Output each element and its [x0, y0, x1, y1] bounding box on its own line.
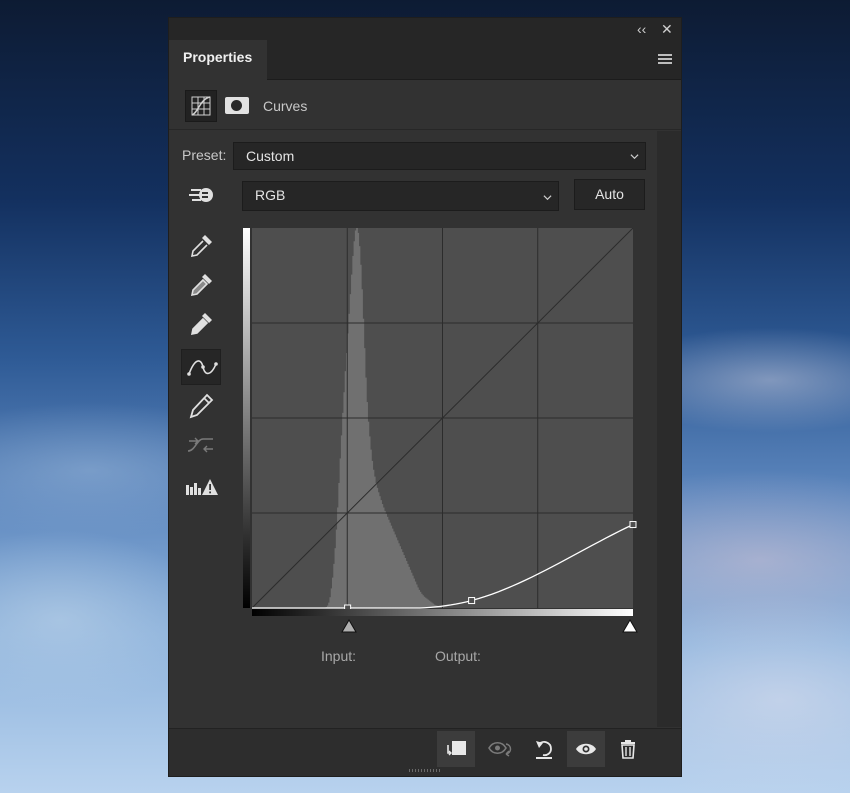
curves-graph[interactable] — [243, 228, 643, 638]
on-image-adjust-icon — [189, 188, 213, 202]
on-image-adjust-tool[interactable] — [181, 177, 221, 213]
black-point-eyedropper-icon — [190, 235, 212, 258]
chevron-down-icon — [630, 154, 639, 160]
clipping-warning-icon — [186, 479, 218, 495]
black-point-eyedropper[interactable] — [181, 228, 221, 264]
black-input-slider-icon[interactable] — [341, 619, 357, 633]
panel-tab-row: Properties — [169, 40, 681, 80]
collapse-panel-icon[interactable]: ‹‹ — [637, 20, 646, 38]
visibility-button[interactable] — [567, 731, 605, 767]
gray-point-eyedropper-icon — [190, 274, 212, 297]
output-gradient-bar — [243, 228, 250, 608]
layer-mask-icon[interactable] — [225, 97, 249, 114]
curve-control-point[interactable] — [468, 597, 476, 605]
curve-points-tool[interactable] — [181, 349, 221, 385]
properties-panel: ‹‹ ✕ Properties Curves Preset: Custom RG… — [168, 17, 682, 777]
tab-properties[interactable]: Properties — [169, 40, 267, 80]
channel-dropdown[interactable]: RGB — [242, 181, 559, 211]
visibility-eye-icon — [576, 743, 596, 755]
panel-footer — [169, 728, 681, 776]
white-point-eyedropper-icon — [190, 313, 212, 336]
resize-grip[interactable] — [409, 769, 441, 772]
pencil-icon — [189, 393, 214, 419]
preset-value: Custom — [246, 148, 295, 164]
input-gradient-bar — [252, 609, 633, 616]
input-label: Input: — [321, 648, 357, 664]
adjustment-header: Curves — [169, 80, 681, 130]
smooth-curve-tool[interactable] — [181, 427, 221, 463]
auto-button[interactable]: Auto — [574, 179, 645, 210]
clipping-warning-tool[interactable] — [181, 469, 221, 505]
delete-trash-icon — [621, 740, 635, 759]
clip-to-layer-button[interactable] — [437, 731, 475, 767]
channel-value: RGB — [255, 187, 286, 203]
pencil-tool[interactable] — [181, 388, 221, 424]
close-icon[interactable]: ✕ — [661, 20, 673, 38]
view-previous-state-icon — [488, 741, 512, 757]
reset-button[interactable] — [525, 731, 563, 767]
curve-points-icon — [187, 360, 218, 376]
smooth-curve-icon — [187, 437, 213, 453]
curves-adjustment-icon[interactable] — [185, 90, 217, 122]
reset-icon — [536, 741, 552, 759]
delete-button[interactable] — [609, 731, 647, 767]
scrollbar[interactable] — [657, 131, 681, 727]
curve-control-point[interactable] — [629, 521, 637, 529]
preset-dropdown[interactable]: Custom — [233, 142, 646, 170]
view-previous-state-button[interactable] — [481, 731, 519, 767]
hamburger-menu-icon[interactable] — [658, 54, 672, 66]
panel-title-bar: ‹‹ ✕ — [169, 18, 681, 40]
white-input-slider-icon[interactable] — [622, 619, 638, 633]
preset-label: Preset: — [182, 147, 227, 163]
clip-to-layer-icon — [447, 741, 466, 756]
chevron-down-icon — [543, 195, 552, 201]
gray-point-eyedropper[interactable] — [181, 267, 221, 303]
output-label: Output: — [435, 648, 481, 664]
white-point-eyedropper[interactable] — [181, 306, 221, 342]
adjustment-title: Curves — [263, 98, 308, 114]
